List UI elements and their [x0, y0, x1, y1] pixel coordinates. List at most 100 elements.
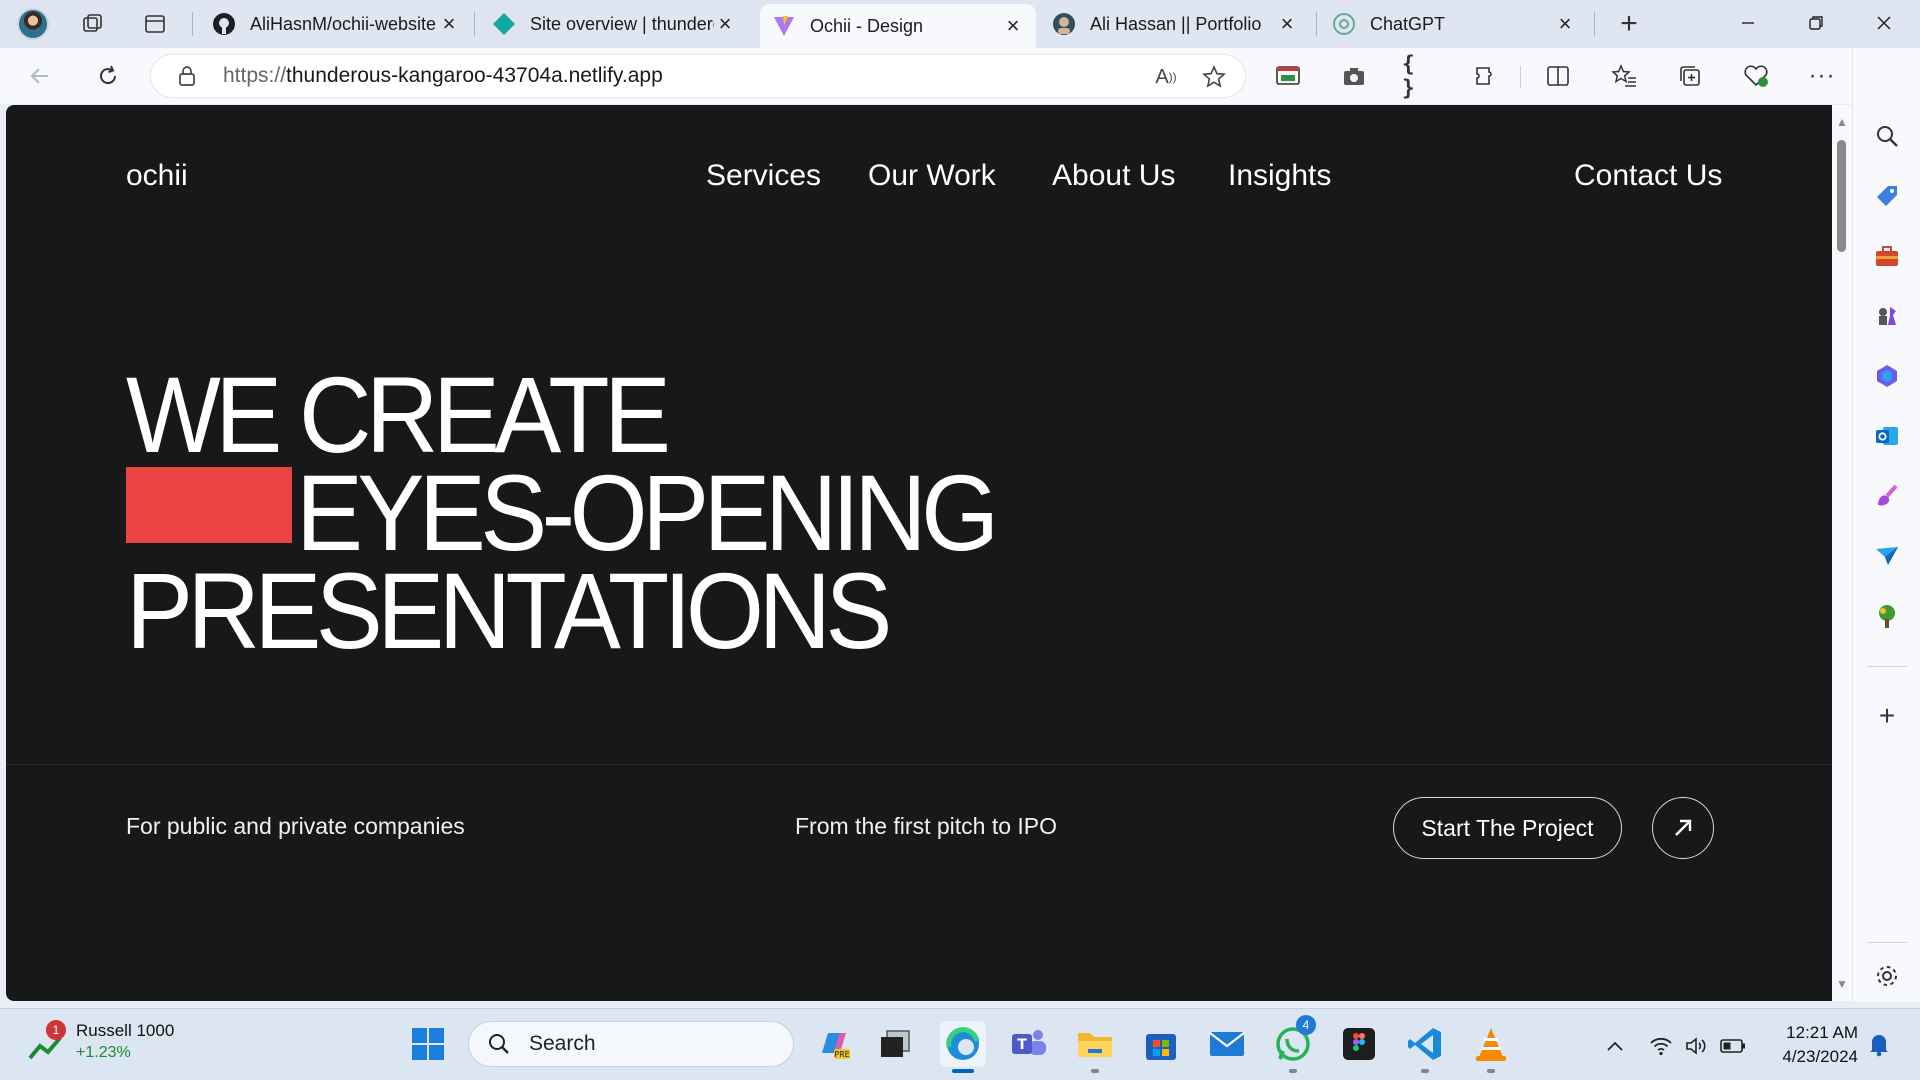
- volume-icon[interactable]: [1684, 1033, 1710, 1059]
- outlook-icon[interactable]: [1869, 418, 1905, 454]
- start-project-arrow-button[interactable]: [1652, 797, 1714, 859]
- taskbar-file-explorer[interactable]: [1072, 1021, 1118, 1073]
- lock-icon[interactable]: [177, 66, 197, 86]
- camera-icon[interactable]: [1336, 58, 1372, 94]
- address-bar[interactable]: https://thunderous-kangaroo-43704a.netli…: [150, 54, 1246, 98]
- close-tab-icon[interactable]: ×: [438, 11, 460, 37]
- close-tab-icon[interactable]: ×: [1002, 13, 1024, 39]
- taskbar-vlc[interactable]: [1468, 1021, 1514, 1073]
- tab-separator: [474, 12, 475, 36]
- start-project-button[interactable]: Start The Project: [1393, 797, 1622, 859]
- close-tab-icon[interactable]: ×: [1276, 11, 1298, 37]
- battery-icon[interactable]: [1720, 1033, 1746, 1059]
- start-button[interactable]: [405, 1021, 451, 1067]
- nav-link-insights[interactable]: Insights: [1228, 159, 1331, 193]
- close-window-button[interactable]: [1850, 0, 1918, 46]
- widget-value: +1.23%: [76, 1044, 131, 1061]
- notification-bell-icon[interactable]: [1866, 1031, 1892, 1057]
- collections-icon[interactable]: [1672, 58, 1708, 94]
- designer-icon[interactable]: [1869, 478, 1905, 514]
- sidebar-search-icon[interactable]: [1869, 118, 1905, 154]
- profile-button[interactable]: [12, 6, 54, 42]
- stock-widget[interactable]: 1 Russell 1000 +1.23%: [28, 1019, 174, 1062]
- store-icon: [1146, 1034, 1176, 1060]
- taskbar-whatsapp[interactable]: 4: [1270, 1015, 1316, 1073]
- url-host: thunderous-kangaroo-43704a.netlify.app: [286, 64, 663, 87]
- hero-accent-block: [126, 467, 292, 543]
- tab-portfolio[interactable]: Ali Hassan || Portfolio ×: [1040, 4, 1310, 44]
- refresh-button[interactable]: [88, 56, 128, 96]
- microsoft-365-icon[interactable]: [1869, 358, 1905, 394]
- url-text[interactable]: https://thunderous-kangaroo-43704a.netli…: [223, 64, 663, 88]
- scroll-up-icon[interactable]: ▲: [1836, 115, 1848, 129]
- vlc-icon: [1476, 1028, 1506, 1061]
- add-sidebar-app-icon[interactable]: +: [1869, 698, 1905, 734]
- taskbar-edge[interactable]: [940, 1021, 986, 1073]
- tab-netlify[interactable]: Site overview | thunderous-kangaroo ×: [480, 4, 748, 44]
- sidebar-settings-gear-icon[interactable]: [1869, 958, 1905, 994]
- json-braces-icon[interactable]: { }: [1402, 52, 1438, 100]
- running-indicator: [1487, 1069, 1495, 1073]
- taskbar-task-view[interactable]: [872, 1021, 918, 1067]
- profile-avatar: [17, 8, 49, 40]
- github-icon: [212, 12, 236, 36]
- scroll-down-icon[interactable]: ▼: [1836, 977, 1848, 991]
- favorite-star-icon[interactable]: [1199, 62, 1229, 92]
- site-logo[interactable]: ochii: [126, 159, 188, 193]
- taskbar-teams[interactable]: T: [1006, 1021, 1052, 1067]
- taskbar-vscode[interactable]: [1402, 1021, 1448, 1073]
- restore-button[interactable]: [1782, 0, 1850, 46]
- search-icon: [489, 1034, 509, 1054]
- sidebar-divider: [1867, 666, 1907, 667]
- vscode-icon: [1408, 1028, 1441, 1060]
- browser-essentials-icon[interactable]: [1738, 58, 1774, 94]
- arrow-up-right-icon: [1675, 819, 1692, 836]
- back-button[interactable]: [20, 56, 60, 96]
- vertical-tabs-button[interactable]: [134, 6, 176, 42]
- taskbar-search[interactable]: Search: [468, 1021, 794, 1067]
- tree-icon[interactable]: [1869, 598, 1905, 634]
- close-tab-icon[interactable]: ×: [1554, 11, 1576, 37]
- running-indicator: [1091, 1069, 1099, 1073]
- page-scrollbar[interactable]: ▲ ▼: [1832, 105, 1852, 1001]
- scrollbar-thumb[interactable]: [1837, 140, 1846, 252]
- nav-link-our-work[interactable]: Our Work: [868, 159, 996, 193]
- wifi-icon[interactable]: [1648, 1033, 1674, 1059]
- read-aloud-icon[interactable]: A)): [1151, 62, 1181, 92]
- tab-strip: AliHasnM/ochii-website × Site overview |…: [0, 0, 1920, 48]
- close-tab-icon[interactable]: ×: [714, 11, 736, 37]
- nav-link-services[interactable]: Services: [706, 159, 821, 193]
- workspaces-button[interactable]: [72, 6, 114, 42]
- taskbar-store[interactable]: [1138, 1021, 1184, 1067]
- sidebar-divider: [1867, 942, 1907, 943]
- nav-link-contact-us[interactable]: Contact Us: [1574, 159, 1722, 193]
- teams-icon: T: [1012, 1030, 1046, 1055]
- send-icon[interactable]: [1869, 538, 1905, 574]
- tab-chatgpt[interactable]: ChatGPT ×: [1320, 4, 1588, 44]
- close-icon: [1877, 16, 1891, 30]
- split-screen-icon[interactable]: [1540, 58, 1576, 94]
- tab-title: ChatGPT: [1370, 13, 1446, 34]
- task-view-icon: [881, 1030, 910, 1057]
- svg-text:PRE: PRE: [834, 1050, 849, 1059]
- taskbar-copilot-pre[interactable]: PRE: [810, 1021, 856, 1067]
- figma-icon: [1343, 1028, 1375, 1060]
- favorites-icon[interactable]: [1606, 58, 1642, 94]
- taskbar-clock[interactable]: 12:21 AM 4/23/2024: [1762, 1021, 1858, 1069]
- shopping-tag-icon[interactable]: [1869, 178, 1905, 214]
- more-options-icon[interactable]: ···: [1804, 58, 1840, 94]
- tools-briefcase-icon[interactable]: [1869, 238, 1905, 274]
- clock-time: 12:21 AM: [1786, 1023, 1858, 1042]
- edge-sidebar: +: [1852, 48, 1920, 1002]
- taskbar-mail[interactable]: [1204, 1021, 1250, 1067]
- screen-tool-icon[interactable]: [1270, 58, 1306, 94]
- taskbar-figma[interactable]: [1336, 1021, 1382, 1067]
- tray-chevron-up-icon[interactable]: [1602, 1033, 1628, 1059]
- tab-ochii-design[interactable]: Ochii - Design ×: [760, 4, 1036, 48]
- tab-github[interactable]: AliHasnM/ochii-website ×: [200, 4, 472, 44]
- new-tab-button[interactable]: +: [1608, 6, 1650, 42]
- games-chess-icon[interactable]: [1869, 298, 1905, 334]
- nav-link-about-us[interactable]: About Us: [1052, 159, 1175, 193]
- extensions-icon[interactable]: [1468, 58, 1504, 94]
- minimize-button[interactable]: [1714, 0, 1782, 46]
